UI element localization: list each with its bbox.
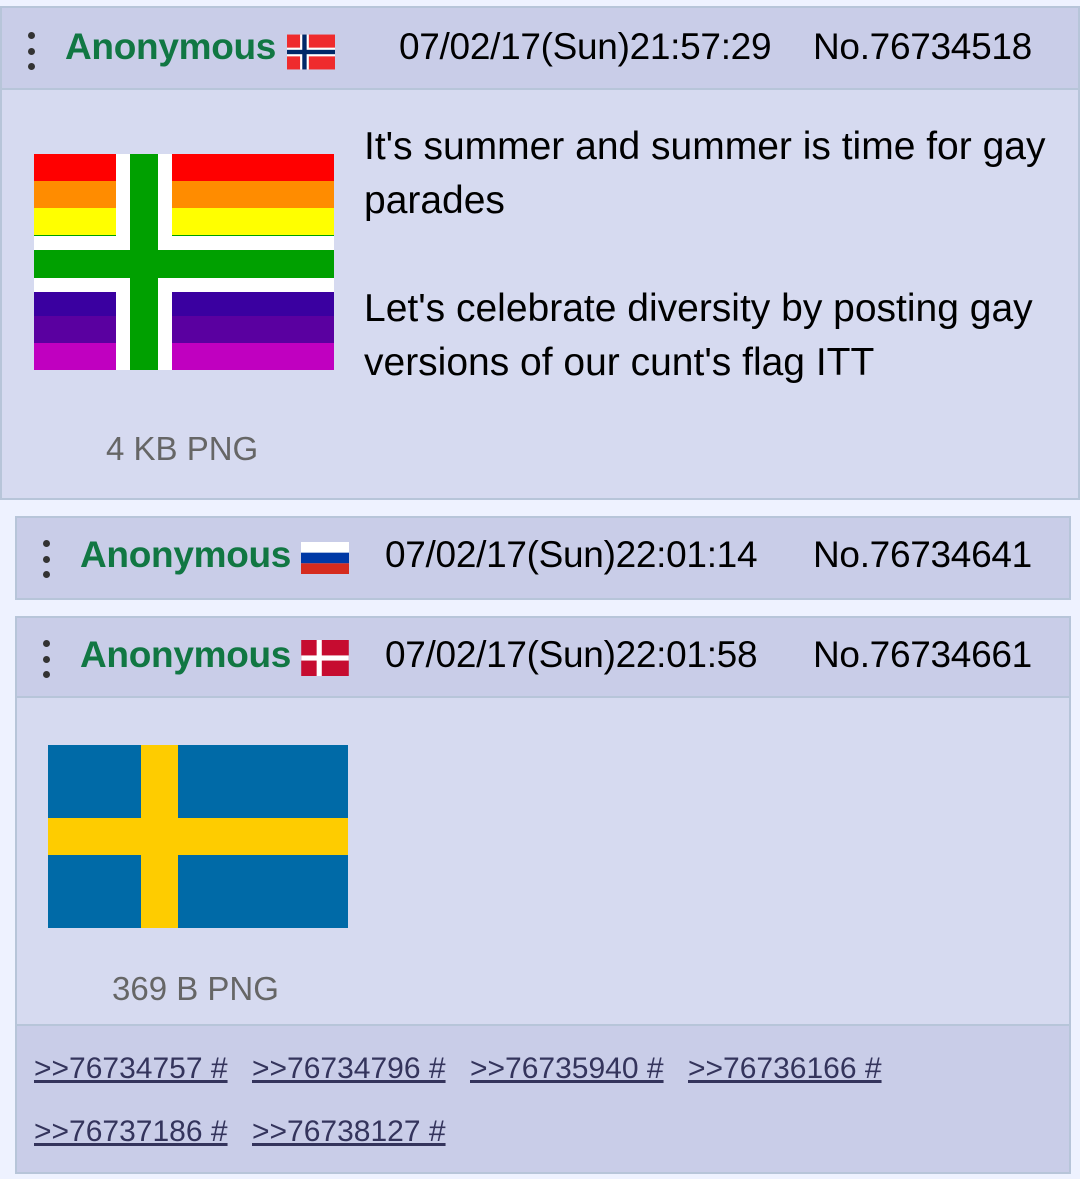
comment-line: It's summer and summer is time for gay p… — [364, 125, 1046, 222]
file-info: 4 KB PNG — [106, 430, 259, 467]
post-menu-icon[interactable] — [43, 540, 51, 578]
reply-link[interactable]: >>76737186 # — [34, 1115, 228, 1149]
reply-link[interactable]: >>76738127 # — [252, 1115, 446, 1149]
post-header: Anonymous 07/02/17(Sun)22:01:58 No.76734… — [17, 618, 1069, 698]
post-number[interactable]: No.76734518 — [813, 26, 1032, 68]
russia-flag-icon — [301, 542, 349, 574]
post-comment: It's summer and summer is time for gay p… — [364, 120, 1054, 390]
post-datetime: 07/02/17(Sun)22:01:14 — [385, 534, 758, 575]
reply-link[interactable]: >>76736166 # — [688, 1052, 882, 1086]
poster-name: Anonymous — [80, 534, 292, 575]
reply-link[interactable]: >>76734796 # — [252, 1052, 446, 1086]
post-76734641: Anonymous 07/02/17(Sun)22:01:14 No.76734… — [15, 516, 1071, 600]
poster-name: Anonymous — [65, 26, 277, 67]
post-header: Anonymous 07/02/17(Sun)22:01:14 No.76734… — [17, 518, 1069, 598]
post-menu-icon[interactable] — [28, 32, 36, 70]
post-datetime: 07/02/17(Sun)21:57:29 — [399, 26, 772, 67]
file-info: 369 B PNG — [112, 970, 279, 1007]
denmark-flag-icon — [301, 640, 349, 676]
reply-link[interactable]: >>76735940 # — [470, 1052, 664, 1086]
reply-link[interactable]: >>76734757 # — [34, 1052, 228, 1086]
gay-pride-cross-flag-image[interactable] — [34, 154, 334, 370]
post-header: Anonymous 07/02/17(Sun)21:57:29 No.76734… — [2, 8, 1078, 90]
post-datetime: 07/02/17(Sun)22:01:58 — [385, 634, 758, 675]
post-menu-icon[interactable] — [43, 640, 51, 678]
comment-line: Let's celebrate diversity by posting gay… — [364, 287, 1033, 384]
post-number[interactable]: No.76734661 — [813, 634, 1032, 676]
post-number[interactable]: No.76734641 — [813, 534, 1032, 576]
norway-flag-icon — [287, 34, 335, 70]
post-76734661: Anonymous 07/02/17(Sun)22:01:58 No.76734… — [15, 616, 1071, 1174]
replies-bar: >>76734757 # >>76734796 # >>76735940 # >… — [17, 1024, 1069, 1172]
poster-name: Anonymous — [80, 634, 292, 675]
sweden-flag-image[interactable] — [48, 745, 348, 928]
post-76734518: Anonymous 07/02/17(Sun)21:57:29 No.76734… — [0, 6, 1080, 500]
